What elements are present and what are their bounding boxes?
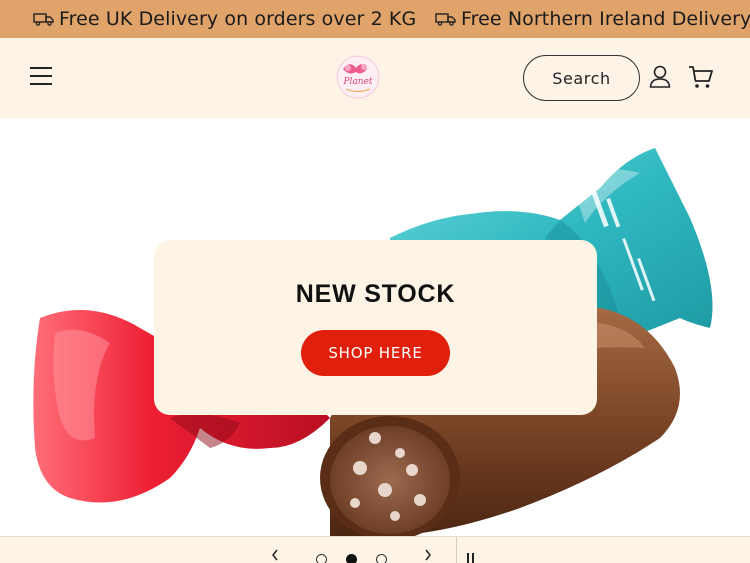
truck-icon [435, 13, 456, 26]
search-label: Search [552, 68, 611, 88]
controls-divider [456, 537, 457, 563]
shop-here-button[interactable]: SHOP HERE [301, 330, 450, 376]
menu-icon[interactable] [30, 67, 52, 87]
truck-icon [33, 13, 54, 26]
hero-banner: NEW STOCK SHOP HERE [0, 118, 750, 536]
slideshow-controls [0, 536, 750, 563]
slide-dot-1[interactable] [316, 554, 327, 563]
site-logo[interactable]: Planet [334, 54, 382, 100]
pause-icon[interactable] [466, 553, 476, 563]
promo-card: NEW STOCK SHOP HERE [154, 240, 597, 415]
announcement-bar: Free UK Delivery on orders over 2 KG Fre… [0, 0, 750, 38]
next-slide-icon[interactable] [423, 548, 433, 562]
account-icon[interactable] [648, 64, 672, 90]
announcement-item: Free Northern Ireland Delivery o [435, 0, 750, 38]
announcement-text: Free UK Delivery on orders over 2 KG [59, 8, 417, 30]
announcement-item: Free UK Delivery on orders over 2 KG [33, 0, 416, 38]
slide-dot-3[interactable] [376, 554, 387, 563]
search-button[interactable]: Search [523, 55, 640, 101]
shop-here-label: SHOP HERE [328, 344, 423, 362]
promo-title: NEW STOCK [295, 280, 456, 308]
logo-text: Planet [342, 77, 372, 87]
announcement-text: Free Northern Ireland Delivery o [461, 8, 750, 30]
previous-slide-icon[interactable] [270, 548, 280, 562]
cart-icon[interactable] [687, 63, 715, 91]
slide-dot-2[interactable] [346, 554, 357, 563]
